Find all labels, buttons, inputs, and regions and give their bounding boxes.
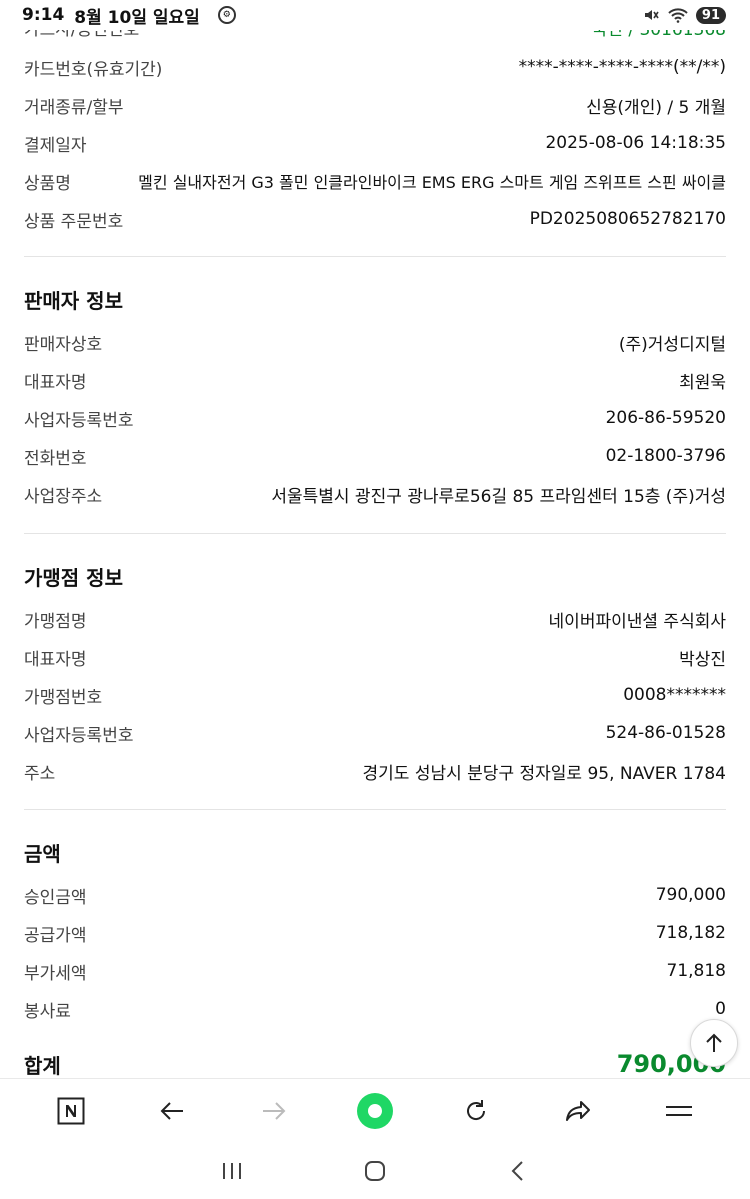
naver-n-icon [57, 1097, 85, 1124]
arrow-right-icon [262, 1101, 285, 1120]
notification-icon: ⚙ [217, 6, 236, 24]
info-row: 사업자등록번호 206-86-59520 [24, 406, 726, 431]
share-icon [565, 1100, 590, 1121]
row-value: 790,000 [655, 885, 726, 905]
row-value: 206-86-59520 [605, 408, 726, 428]
status-bar: 9:14 8월 10일 일요일 ⚙ 91 [0, 0, 750, 30]
row-label: 봉사료 [24, 1001, 71, 1022]
info-row: 가맹점번호 0008******* [24, 683, 726, 708]
info-row: 승인금액 790,000 [24, 883, 726, 908]
row-value: 71,818 [666, 961, 726, 981]
row-label: 가맹점명 [24, 611, 87, 632]
arrow-up-icon [706, 1033, 722, 1052]
row-value: ****-****-****-****(**/**) [518, 57, 726, 77]
info-row: 부가세액 71,818 [24, 959, 726, 984]
row-label: 사업장주소 [24, 486, 103, 507]
total-label: 합계 [24, 1053, 61, 1078]
row-value: 524-86-01528 [605, 723, 726, 743]
row-label: 사업자등록번호 [24, 410, 134, 431]
info-row: 사업자등록번호 524-86-01528 [24, 721, 726, 746]
info-row: 거래종류/할부 신용(개인) / 5 개월 [24, 93, 726, 118]
info-row: 카드번호(유효기간) ****-****-****-****(**/**) [24, 55, 726, 80]
recent-apps-button[interactable] [202, 1146, 262, 1196]
row-label: 사업자등록번호 [24, 725, 134, 746]
row-value: 경기도 성남시 분당구 정자일로 95, NAVER 1784 [362, 763, 726, 784]
info-row: 가맹점명 네이버파이낸셜 주식회사 [24, 607, 726, 632]
row-value: 0 [715, 999, 726, 1019]
scroll-to-top-button[interactable] [690, 1019, 738, 1067]
status-date: 8월 10일 일요일 [74, 7, 200, 28]
row-label: 상품명 [24, 173, 71, 194]
recent-apps-icon [222, 1162, 241, 1179]
info-row: 상품명 멜킨 실내자전거 G3 폴민 인클라인바이크 EMS ERG 스마트 게… [24, 169, 726, 194]
arrow-left-icon [160, 1101, 184, 1120]
section-title-merchant: 가맹점 정보 [24, 566, 123, 590]
home-icon [364, 1160, 385, 1181]
row-value: 신용(개인) / 5 개월 [586, 97, 726, 118]
back-button[interactable] [142, 1086, 202, 1136]
row-label: 가맹점번호 [24, 687, 103, 708]
divider [24, 533, 726, 534]
info-row: 판매자상호 (주)거성디지털 [24, 330, 726, 355]
row-value: 0008******* [623, 685, 726, 705]
row-label: 카드번호(유효기간) [24, 59, 163, 80]
info-row: 전화번호 02-1800-3796 [24, 444, 726, 469]
info-row: 결제일자 2025-08-06 14:18:35 [24, 131, 726, 156]
section-title-amount: 금액 [24, 842, 61, 866]
chevron-left-icon [511, 1160, 524, 1181]
info-row: 공급가액 718,182 [24, 921, 726, 946]
mute-icon [644, 10, 659, 20]
row-value: 02-1800-3796 [605, 446, 726, 466]
home-button[interactable] [345, 1146, 405, 1196]
row-label: 주소 [24, 763, 56, 784]
row-value: 718,182 [655, 923, 726, 943]
row-label: 대표자명 [24, 649, 87, 670]
reload-icon [467, 1099, 486, 1120]
row-label: 상품 주문번호 [24, 211, 124, 232]
wifi-icon [668, 8, 688, 23]
row-label: 승인금액 [24, 887, 87, 908]
row-label: 공급가액 [24, 925, 87, 946]
row-value: 박상진 [679, 649, 726, 670]
row-value: 2025-08-06 14:18:35 [545, 133, 726, 153]
share-button[interactable] [548, 1086, 608, 1136]
row-label: 결제일자 [24, 135, 87, 156]
battery-level: 91 [695, 6, 726, 24]
section-title-seller: 판매자 정보 [24, 289, 123, 313]
row-value: (주)거성디지털 [618, 334, 726, 355]
reload-button[interactable] [446, 1086, 506, 1136]
info-row: 대표자명 박상진 [24, 645, 726, 670]
product-name: 멜킨 실내자전거 G3 폴민 인클라인바이크 EMS ERG 스마트 게임 즈위… [138, 173, 726, 192]
row-label: 대표자명 [24, 372, 87, 393]
forward-button[interactable] [244, 1086, 304, 1136]
info-row: 사업장주소 서울특별시 광진구 광나루로56길 85 프라임센터 15층 (주)… [24, 482, 726, 507]
divider [24, 809, 726, 810]
row-label: 거래종류/할부 [24, 97, 124, 118]
row-label: 부가세액 [24, 963, 87, 984]
row-value: PD2025080652782170 [529, 209, 726, 229]
green-dot-icon [356, 1092, 393, 1129]
browser-toolbar [0, 1078, 750, 1142]
info-row: 대표자명 최원욱 [24, 368, 726, 393]
status-time: 9:14 [22, 5, 65, 25]
info-row: 상품 주문번호 PD2025080652782170 [24, 207, 726, 232]
menu-icon [666, 1105, 693, 1116]
system-navbar [0, 1142, 750, 1199]
row-value: 서울특별시 광진구 광나루로56길 85 프라임센터 15층 (주)거성 [271, 486, 726, 507]
row-value: 최원욱 [679, 372, 726, 393]
naver-home-button[interactable] [41, 1086, 101, 1136]
green-dot-button[interactable] [345, 1086, 405, 1136]
system-back-button[interactable] [488, 1146, 548, 1196]
row-value: 네이버파이낸셜 주식회사 [548, 611, 726, 632]
info-row: 봉사료 0 [24, 997, 726, 1022]
divider [24, 256, 726, 257]
total-row: 합계 790,000 [24, 1046, 726, 1078]
row-label: 전화번호 [24, 448, 87, 469]
menu-button[interactable] [649, 1086, 709, 1136]
info-row: 주소 경기도 성남시 분당구 정자일로 95, NAVER 1784 [24, 759, 726, 784]
receipt-content[interactable]: 카드사/승인번호 국민 / 30161368 카드번호(유효기간) ****-*… [0, 0, 750, 1078]
row-label: 판매자상호 [24, 334, 103, 355]
